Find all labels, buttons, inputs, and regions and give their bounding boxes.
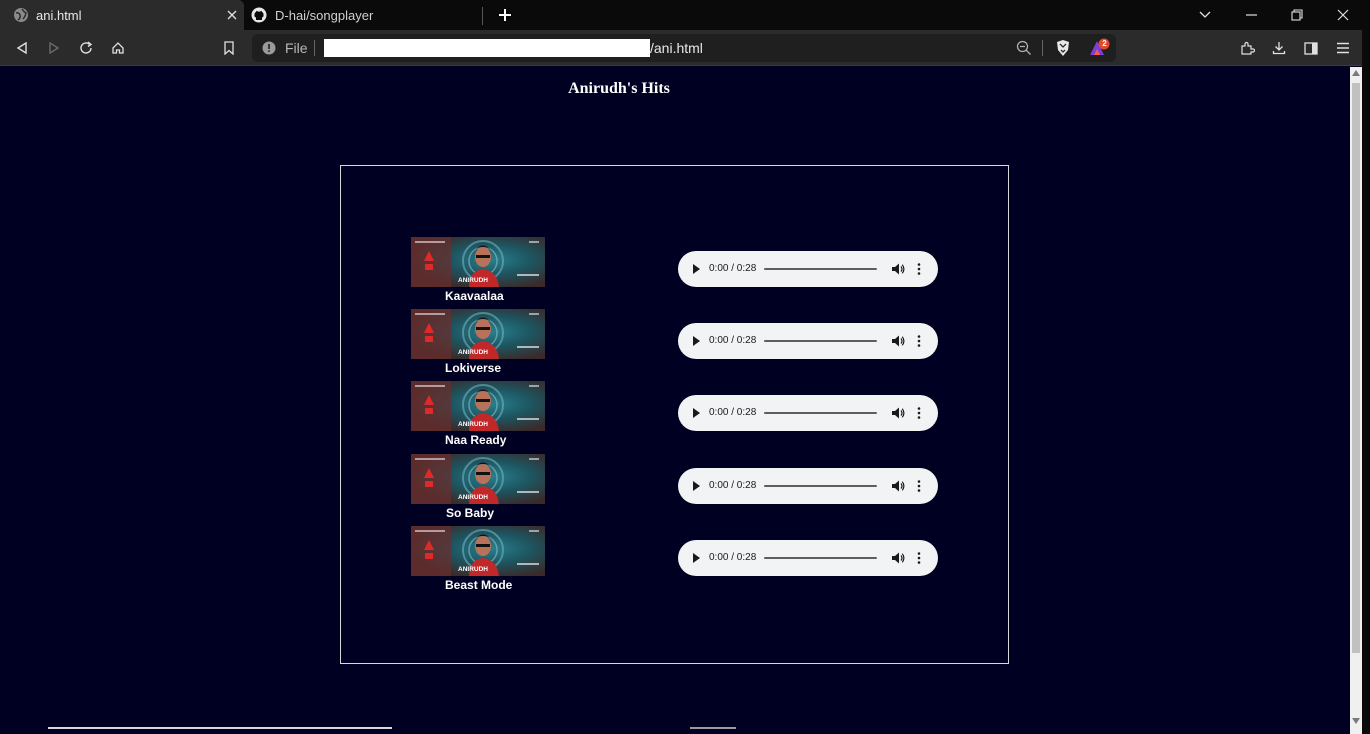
volume-icon[interactable] xyxy=(891,551,905,565)
reload-icon[interactable] xyxy=(73,35,99,61)
scroll-down-arrow-icon[interactable] xyxy=(1352,718,1360,724)
song-title: Naa Ready xyxy=(445,433,507,447)
extensions-icon[interactable] xyxy=(1234,35,1260,61)
more-options-icon[interactable] xyxy=(916,334,922,348)
play-icon[interactable] xyxy=(693,553,700,563)
bookmark-icon[interactable] xyxy=(216,35,242,61)
play-icon[interactable] xyxy=(693,264,700,274)
url-redacted-block xyxy=(324,39,650,57)
horizontal-scroll-hint xyxy=(48,727,392,729)
cover-art-text: ANIRUDH xyxy=(458,421,488,428)
rewards-badge: 2 xyxy=(1102,39,1107,48)
play-icon[interactable] xyxy=(693,408,700,418)
audio-seek-slider[interactable] xyxy=(764,268,877,270)
song-title: Beast Mode xyxy=(445,578,513,592)
audio-time: 0:00 / 0:28 xyxy=(709,407,757,418)
album-cover-image: ANIRUDH xyxy=(411,526,545,576)
vertical-scrollbar[interactable] xyxy=(1350,67,1362,734)
globe-icon xyxy=(14,8,28,22)
tab-divider xyxy=(482,7,483,25)
window-edge xyxy=(1362,30,1370,734)
forward-icon[interactable] xyxy=(41,35,67,61)
album-cover-image: ANIRUDH xyxy=(411,454,545,504)
audio-time: 0:00 / 0:28 xyxy=(709,552,757,563)
volume-icon[interactable] xyxy=(891,406,905,420)
url-divider xyxy=(314,40,315,56)
tab-strip: ani.html D-hai/songplayer xyxy=(0,0,1370,30)
scroll-up-arrow-icon[interactable] xyxy=(1352,70,1360,76)
audio-seek-slider[interactable] xyxy=(764,485,877,487)
album-cover-image: ANIRUDH xyxy=(411,237,545,287)
site-info-icon[interactable] xyxy=(262,41,276,55)
cover-art-text: ANIRUDH xyxy=(458,566,488,573)
audio-seek-slider[interactable] xyxy=(764,557,877,559)
song-title: So Baby xyxy=(446,506,495,520)
browser-toolbar: File /ani.html 2 xyxy=(0,30,1370,66)
audio-player: 0:00 / 0:28 xyxy=(678,323,938,359)
scroll-thumb[interactable] xyxy=(1352,83,1360,653)
tab-list-chevron-down-icon[interactable] xyxy=(1182,0,1228,30)
more-options-icon[interactable] xyxy=(916,262,922,276)
tab-songplayer[interactable]: D-hai/songplayer xyxy=(244,0,482,30)
audio-player: 0:00 / 0:28 xyxy=(678,395,938,431)
cover-art-text: ANIRUDH xyxy=(458,349,488,356)
close-window-icon[interactable] xyxy=(1320,0,1366,30)
more-options-icon[interactable] xyxy=(916,479,922,493)
page-title: Anirudh's Hits xyxy=(568,80,670,97)
url-scheme-label: File xyxy=(285,40,308,56)
album-cover-image: ANIRUDH xyxy=(411,381,545,431)
volume-icon[interactable] xyxy=(891,262,905,276)
audio-time: 0:00 / 0:28 xyxy=(709,480,757,491)
menu-icon[interactable] xyxy=(1330,35,1356,61)
url-path: /ani.html xyxy=(650,40,703,56)
more-options-icon[interactable] xyxy=(916,551,922,565)
zoom-out-icon[interactable] xyxy=(1016,40,1032,56)
play-icon[interactable] xyxy=(693,481,700,491)
download-icon[interactable] xyxy=(1266,35,1292,61)
audio-time: 0:00 / 0:28 xyxy=(709,335,757,346)
audio-player: 0:00 / 0:28 xyxy=(678,251,938,287)
tab-title: D-hai/songplayer xyxy=(275,8,374,23)
song-title: Lokiverse xyxy=(445,361,502,375)
brave-rewards-icon[interactable]: 2 xyxy=(1088,38,1112,58)
url-divider xyxy=(1042,40,1043,56)
volume-icon[interactable] xyxy=(891,479,905,493)
home-icon[interactable] xyxy=(105,35,131,61)
song-title: Kaavaalaa xyxy=(445,289,504,303)
play-icon[interactable] xyxy=(693,336,700,346)
github-icon xyxy=(251,7,267,23)
tab-ani-html[interactable]: ani.html xyxy=(0,0,244,30)
brave-shields-icon[interactable] xyxy=(1054,39,1072,57)
cover-art-text: ANIRUDH xyxy=(458,277,488,284)
audio-seek-slider[interactable] xyxy=(764,340,877,342)
audio-seek-slider[interactable] xyxy=(764,412,877,414)
tab-title: ani.html xyxy=(36,8,82,23)
audio-player: 0:00 / 0:28 xyxy=(678,468,938,504)
new-tab-icon[interactable] xyxy=(495,5,515,25)
audio-player: 0:00 / 0:28 xyxy=(678,540,938,576)
album-cover-image: ANIRUDH xyxy=(411,309,545,359)
address-bar[interactable]: File /ani.html 2 xyxy=(252,34,1116,62)
volume-icon[interactable] xyxy=(891,334,905,348)
back-icon[interactable] xyxy=(9,35,35,61)
restore-icon[interactable] xyxy=(1274,0,1320,30)
cover-art-text: ANIRUDH xyxy=(458,494,488,501)
audio-time: 0:00 / 0:28 xyxy=(709,263,757,274)
minimize-icon[interactable] xyxy=(1228,0,1274,30)
more-options-icon[interactable] xyxy=(916,406,922,420)
sidebar-toggle-icon[interactable] xyxy=(1298,35,1324,61)
horizontal-scroll-hint xyxy=(690,727,736,729)
close-tab-icon[interactable] xyxy=(222,5,242,25)
